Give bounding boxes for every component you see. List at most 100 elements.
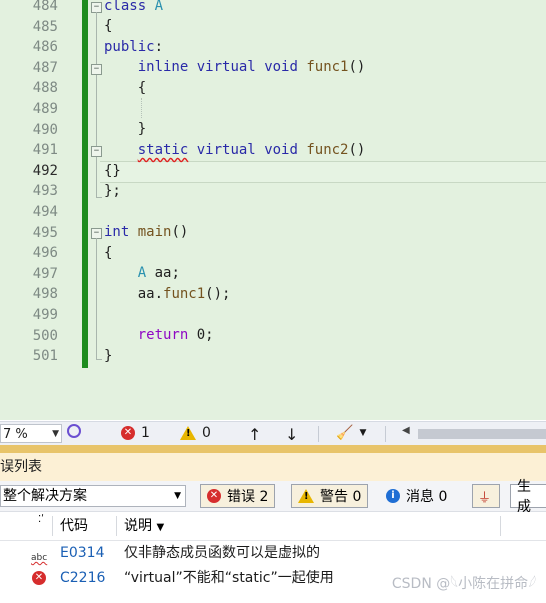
code-line-501[interactable]: }	[104, 346, 112, 366]
scope-dropdown[interactable]: 整个解决方案 ▼	[0, 485, 186, 507]
errors-filter-button[interactable]: ✕ 错误 2	[200, 484, 276, 508]
fold-guide-line	[96, 238, 97, 360]
messages-filter-button[interactable]: i 消息 0	[380, 484, 454, 508]
line-number: 485	[32, 18, 58, 35]
code-line-498[interactable]: aa.func1();	[104, 284, 231, 304]
line-number: 501	[32, 348, 58, 365]
code-line-485[interactable]: {	[104, 16, 112, 36]
error-list-title-bar[interactable]: 错误列表	[0, 445, 546, 481]
copilot-icon[interactable]	[67, 424, 81, 438]
function-name: func1	[163, 286, 206, 302]
warnings-filter-button[interactable]: 警告 0	[291, 484, 369, 508]
warning-icon	[180, 426, 196, 440]
code-line-496[interactable]: {	[104, 243, 112, 263]
warning-icon	[298, 489, 314, 503]
code-line-484[interactable]: class A	[104, 0, 163, 16]
code-line-493[interactable]: };	[104, 181, 121, 201]
horizontal-scrollbar[interactable]: ◀	[402, 425, 546, 441]
keyword: return	[137, 327, 189, 343]
keyword: class	[104, 0, 147, 14]
csdn-watermark: CSDN @𓆩小陈在拼命𓆪	[391, 576, 536, 592]
function-name: main	[137, 224, 172, 240]
error-icon: ✕	[207, 489, 221, 503]
scroll-left-icon[interactable]: ◀	[402, 425, 410, 436]
warning-count: 0	[202, 425, 211, 441]
code-line-497[interactable]: A aa;	[104, 263, 180, 283]
sort-indicator-icon[interactable]: ⁚ʹ	[38, 506, 44, 534]
keyword: public	[104, 39, 155, 55]
next-issue-up-icon[interactable]: ↑	[248, 425, 261, 444]
error-list-toolbar: 整个解决方案 ▼ ✕ 错误 2 警告 0 i 消息 0 ⏚ 生成	[0, 479, 546, 515]
keyword: void	[264, 59, 298, 75]
line-number: 494	[32, 204, 58, 220]
keyword: int	[104, 224, 130, 240]
code-editor[interactable]: 484 485 486 487 488 489 490 491 492 493 494 495 496 4…	[0, 0, 546, 420]
error-icon: ✕	[121, 426, 135, 440]
function-name: func2	[306, 142, 349, 158]
line-number: 492	[32, 162, 58, 179]
line-number: 499	[32, 307, 58, 323]
panel-title: 错误列表	[0, 459, 42, 475]
error-row[interactable]: abc E0314 仅非静态成员函数可以是虚拟的	[0, 541, 546, 565]
line-number: 496	[32, 245, 58, 262]
type-name: A	[137, 265, 147, 281]
keyword: virtual	[196, 59, 256, 75]
error-count-indicator[interactable]: ✕ 1	[121, 425, 150, 441]
line-number: 500	[32, 327, 58, 344]
code-line-495[interactable]: int main()	[104, 222, 188, 242]
desc-label: 说明	[124, 518, 152, 534]
code-line-487[interactable]: inline virtual void func1()	[104, 57, 366, 77]
code-line-491[interactable]: static virtual void func2()	[104, 140, 366, 160]
chevron-down-icon: ▼	[156, 522, 165, 533]
warnings-label: 警告 0	[320, 489, 362, 505]
error-description: “virtual”不能和“static”一起使用	[124, 570, 334, 586]
collapse-func1-icon[interactable]: −	[91, 64, 102, 75]
keyword: void	[264, 142, 298, 158]
code-cleanup-icon[interactable]: 🧹 ▼	[336, 425, 366, 441]
code-line-500[interactable]: return 0;	[104, 325, 214, 345]
error-code-link[interactable]: E0314	[60, 541, 104, 565]
code-line-488[interactable]: {	[104, 78, 146, 98]
line-number: 487	[32, 59, 58, 76]
error-code-link[interactable]: C2216	[60, 566, 105, 590]
line-number: 490	[32, 121, 58, 138]
warning-count-indicator[interactable]: 0	[180, 425, 211, 441]
line-number: 491	[32, 142, 58, 159]
fold-guide-end	[96, 197, 102, 198]
editor-status-strip: 7 %▼ ✕1 0 ↑ ↓ 🧹▼ ◀	[0, 421, 546, 446]
line-number-gutter: 484 485 486 487 488 489 490 491 492 493 494 495 496 4…	[0, 0, 60, 420]
current-line-highlight	[100, 161, 546, 183]
chevron-down-icon: ▼	[52, 429, 59, 439]
code-line-490[interactable]: }	[104, 119, 146, 139]
zoom-dropdown[interactable]: 7 % ▼	[0, 424, 62, 443]
column-divider	[116, 516, 117, 536]
divider	[318, 426, 319, 442]
fold-guide-end	[96, 359, 102, 360]
scope-value: 整个解决方案	[3, 488, 87, 504]
indent-guide	[141, 98, 143, 118]
error-description: 仅非静态成员函数可以是虚拟的	[124, 545, 320, 561]
next-issue-down-icon[interactable]: ↓	[285, 425, 298, 444]
code-line-492[interactable]: {}	[104, 161, 121, 181]
code-line-486[interactable]: public:	[104, 37, 163, 57]
error-list-header: ⁚ʹ 代码 说明 ▼	[0, 512, 546, 541]
column-divider	[500, 516, 501, 536]
build-label: 生成	[517, 479, 531, 515]
filter-toggle-button[interactable]: ⏚	[472, 484, 500, 508]
line-number: 486	[32, 39, 58, 56]
column-divider	[52, 516, 53, 536]
error-count: 1	[141, 425, 150, 441]
scrollbar-thumb[interactable]	[418, 429, 546, 439]
line-number: 498	[32, 286, 58, 303]
divider	[385, 426, 386, 442]
column-header-code[interactable]: 代码	[60, 512, 88, 540]
line-number: 488	[32, 80, 58, 97]
build-filter-dropdown[interactable]: 生成	[510, 479, 546, 515]
zoom-value: 7 %	[3, 427, 28, 442]
line-number: 489	[32, 101, 58, 117]
collapse-func2-icon[interactable]: −	[91, 146, 102, 157]
errors-label: 错误 2	[227, 489, 269, 505]
line-number: 495	[32, 224, 58, 241]
column-header-desc[interactable]: 说明 ▼	[124, 512, 164, 540]
keyword-error-squiggle[interactable]: static	[138, 142, 189, 158]
